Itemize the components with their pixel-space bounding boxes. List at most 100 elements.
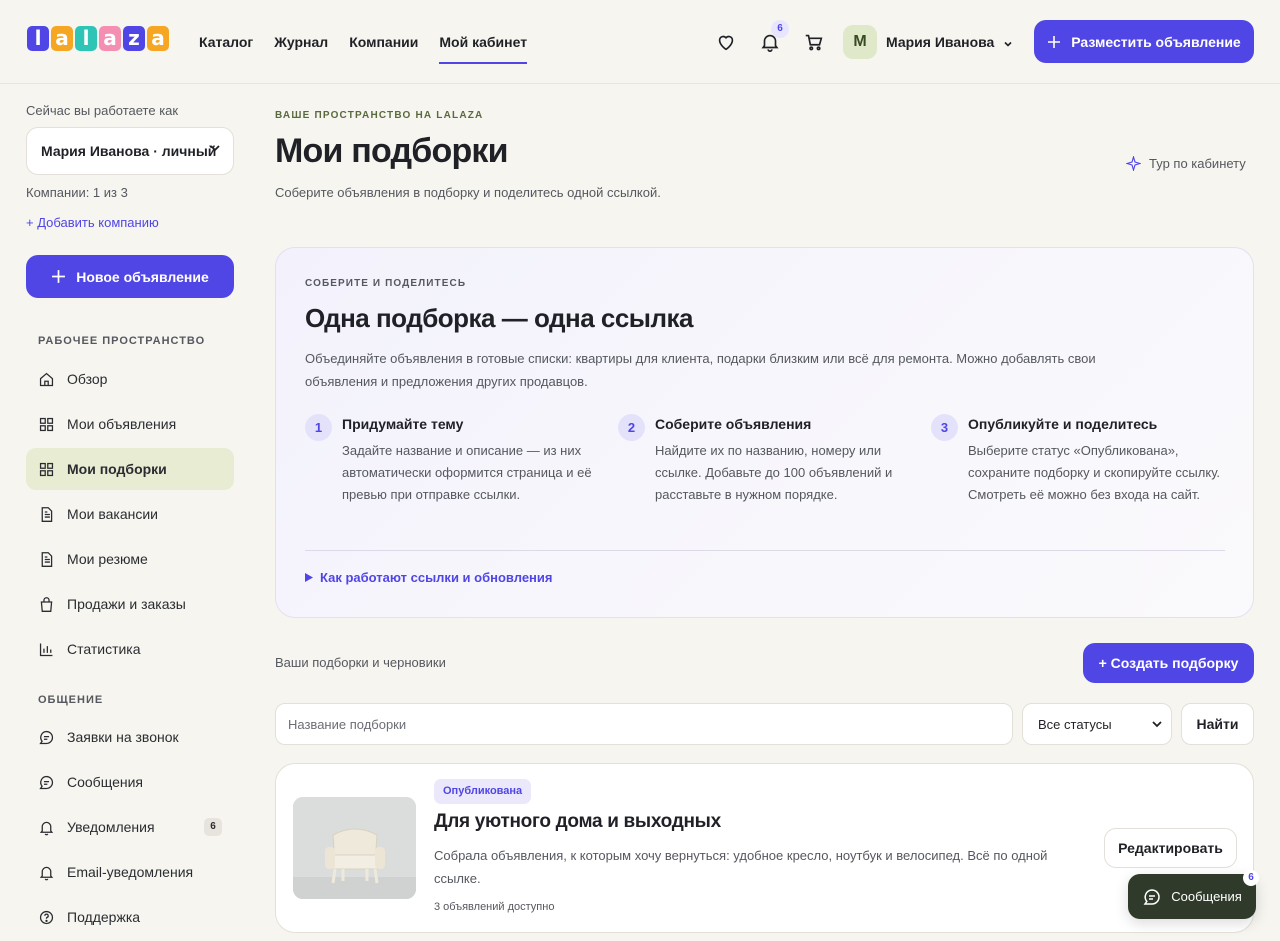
search-placeholder: Название подборки — [288, 716, 407, 732]
tour-link-label: Тур по кабинету — [1149, 156, 1246, 171]
sidebar-item-my-vacancies[interactable]: Мои вакансии — [26, 493, 234, 535]
sidebar-item-call-requests[interactable]: Заявки на звонок — [26, 716, 234, 758]
sidebar-item-label: Email-уведомления — [67, 864, 194, 880]
logo-letter: a — [51, 26, 73, 51]
top-header: l a l a z a Каталог Журнал Компании Мой … — [0, 0, 1280, 84]
sidebar-item-label: Заявки на звонок — [67, 729, 179, 745]
sidebar-item-label: Поддержка — [67, 909, 141, 925]
divider — [305, 550, 1225, 551]
help-circle-icon — [39, 910, 54, 924]
sidebar-item-my-resumes[interactable]: Мои резюме — [26, 538, 234, 580]
sidebar-item-my-ads[interactable]: Мои объявления — [26, 403, 234, 445]
step-text: Выберите статус «Опубликована», сохранит… — [968, 443, 1221, 502]
shopping-bag-icon — [40, 596, 53, 612]
step-number: 1 — [305, 414, 332, 441]
post-ad-label: Разместить объявление — [1071, 33, 1241, 50]
collection-title[interactable]: Для уютного дома и выходных — [434, 811, 721, 833]
sidebar-item-overview[interactable]: Обзор — [26, 358, 234, 400]
communication-section-title: ОБЩЕНИЕ — [38, 694, 104, 706]
info-eyebrow: СОБЕРИТЕ И ПОДЕЛИТЕСЬ — [305, 278, 467, 289]
chevron-down-icon — [1152, 721, 1162, 728]
document-icon — [41, 551, 53, 567]
plus-icon — [1048, 35, 1061, 48]
collection-card[interactable]: Опубликована Для уютного дома и выходных… — [275, 763, 1254, 933]
bell-icon — [39, 821, 54, 835]
grid-icon — [39, 462, 54, 476]
nav-companies[interactable]: Компании — [349, 0, 418, 84]
info-title: Одна подборка — одна ссылка — [305, 303, 694, 333]
messages-fab-label: Сообщения — [1171, 889, 1242, 904]
step-title: Соберите объявления — [655, 416, 812, 432]
logo-letter: a — [99, 26, 121, 51]
sidebar-item-notifications[interactable]: Уведомления 6 — [26, 806, 234, 848]
chevron-down-icon — [210, 145, 220, 152]
logo-letter: l — [75, 26, 97, 51]
page-title: Мои подборки — [275, 132, 509, 170]
lalaza-logo[interactable]: l a l a z a — [27, 26, 169, 51]
sidebar-item-email-notifications[interactable]: Email-уведомления — [26, 851, 234, 893]
sidebar-item-support[interactable]: Поддержка — [26, 896, 234, 938]
step-text: Задайте название и описание — из них авт… — [342, 443, 592, 502]
tour-link[interactable]: Тур по кабинету — [1126, 156, 1246, 171]
home-icon — [39, 372, 54, 386]
sidebar-item-label: Сообщения — [67, 774, 143, 790]
status-filter-select[interactable]: Все статусы — [1022, 703, 1172, 745]
step-number: 3 — [931, 414, 958, 441]
new-ad-button[interactable]: Новое объявление — [26, 255, 234, 298]
sidebar-item-messages[interactable]: Сообщения — [26, 761, 234, 803]
collection-search-input[interactable]: Название подборки — [275, 703, 1013, 745]
how-it-works-card: СОБЕРИТЕ И ПОДЕЛИТЕСЬ Одна подборка — од… — [275, 247, 1254, 618]
status-badge: Опубликована — [434, 779, 532, 804]
messages-count-badge: 6 — [1243, 870, 1259, 886]
chevron-down-icon — [1004, 41, 1012, 47]
notifications-count-badge: 6 — [771, 20, 789, 38]
user-menu[interactable]: М Мария Иванова — [843, 25, 1013, 59]
chat-bubble-icon — [1143, 888, 1160, 905]
document-icon — [41, 506, 53, 522]
user-name: Мария Иванова — [886, 34, 995, 50]
account-select[interactable]: Мария Иванова · личный — [26, 127, 234, 175]
cart-icon[interactable] — [803, 31, 825, 53]
workspace-section-title: РАБОЧЕЕ ПРОСТРАНСТВО — [38, 335, 206, 347]
info-description: Объединяйте объявления в готовые списки:… — [305, 351, 1096, 389]
create-collection-button[interactable]: + Создать подборку — [1083, 643, 1254, 683]
plus-icon — [52, 270, 66, 283]
chat-bubble-icon — [39, 730, 54, 744]
sidebar-item-label: Мои резюме — [67, 551, 148, 567]
edit-collection-button[interactable]: Редактировать — [1104, 828, 1237, 868]
nav-my-cabinet[interactable]: Мой кабинет — [439, 0, 527, 84]
sparkle-icon — [1126, 156, 1141, 171]
step-number: 2 — [618, 414, 645, 441]
chat-bubble-icon — [39, 775, 54, 789]
nav-catalog[interactable]: Каталог — [199, 0, 253, 84]
logo-letter: z — [123, 26, 145, 51]
post-ad-button[interactable]: Разместить объявление — [1034, 20, 1254, 63]
status-filter-value: Все статусы — [1038, 716, 1112, 732]
heart-icon[interactable] — [715, 31, 737, 53]
find-button[interactable]: Найти — [1181, 703, 1254, 745]
links-updates-label: Как работают ссылки и обновления — [320, 570, 553, 585]
sidebar-item-sales-orders[interactable]: Продажи и заказы — [26, 583, 234, 625]
collection-meta: 3 объявлений доступно — [434, 901, 555, 913]
account-select-value: Мария Иванова · личный — [41, 143, 217, 159]
notifications-count-badge: 6 — [204, 818, 222, 836]
sidebar-item-label: Мои подборки — [67, 461, 167, 477]
add-company-link[interactable]: + Добавить компанию — [26, 215, 159, 230]
nav-journal[interactable]: Журнал — [274, 0, 328, 84]
caret-right-icon — [305, 573, 313, 582]
sidebar-item-my-collections[interactable]: Мои подборки — [26, 448, 234, 490]
sidebar-item-label: Статистика — [67, 641, 141, 657]
collection-thumbnail — [293, 797, 416, 899]
page-subtitle: Соберите объявления в подборку и поделит… — [275, 185, 661, 200]
links-updates-toggle[interactable]: Как работают ссылки и обновления — [305, 570, 552, 585]
logo-letter: a — [147, 26, 169, 51]
sidebar-item-statistics[interactable]: Статистика — [26, 628, 234, 670]
bell-icon — [39, 866, 54, 880]
grid-icon — [39, 417, 54, 431]
bar-chart-icon — [39, 643, 53, 656]
sidebar-item-label: Мои объявления — [67, 416, 177, 432]
logo-letter: l — [27, 26, 49, 51]
messages-floating-button[interactable]: Сообщения — [1128, 874, 1256, 919]
step-title: Опубликуйте и поделитесь — [968, 416, 1158, 432]
step-title: Придумайте тему — [342, 416, 464, 432]
